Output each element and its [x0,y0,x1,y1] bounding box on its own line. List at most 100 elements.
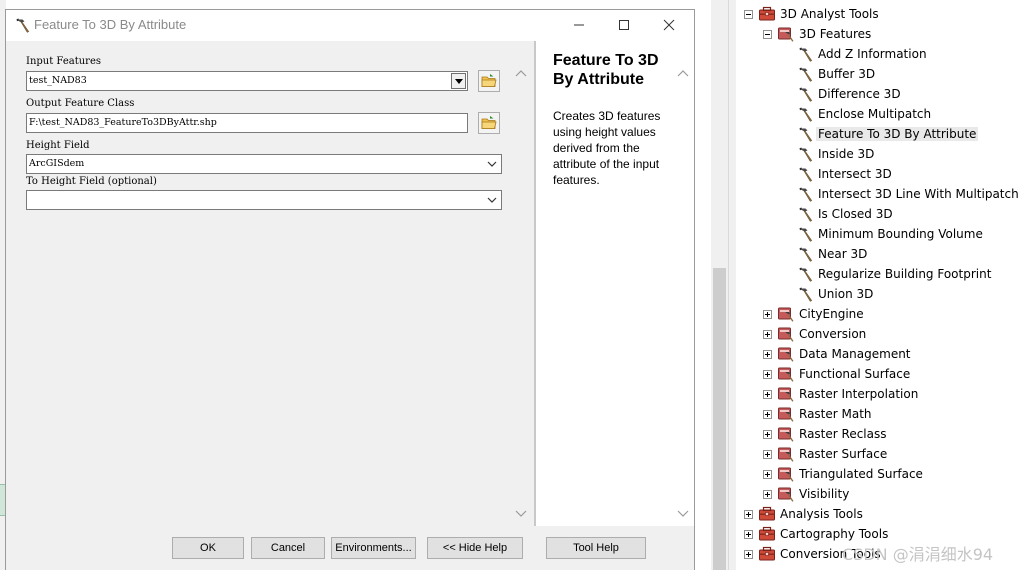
pane-divider[interactable] [728,0,736,570]
tree-node-toolbox[interactable]: Analysis Tools [736,504,1033,524]
tree-label: Intersect 3D [818,167,892,181]
hide-help-button[interactable]: << Hide Help [427,537,523,559]
input-features-browse-button[interactable] [478,70,500,92]
tree-node-toolset[interactable]: Triangulated Surface [736,464,1033,484]
help-scroll-up-button[interactable] [676,66,690,80]
expand-icon[interactable] [763,390,772,399]
tool-help-button[interactable]: Tool Help [546,537,646,559]
catalog-scrollbar[interactable] [711,0,728,570]
toolset-icon [777,26,795,42]
chevron-down-icon [487,197,497,203]
expand-icon[interactable] [763,330,772,339]
output-feature-class-value: F:\test_NAD83_FeatureTo3DByAttr.shp [29,117,217,128]
height-field-label: Height Field [26,140,90,151]
tree-label: Conversion [799,327,867,341]
input-features-combo[interactable]: test_NAD83 [26,71,468,91]
tree-label: Add Z Information [818,47,927,61]
tree-node-toolset[interactable]: Raster Reclass [736,424,1033,444]
tree-node-tool[interactable]: Regularize Building Footprint [736,264,1033,284]
tree-node-3d-features[interactable]: 3D Features [736,24,1033,44]
expand-icon[interactable] [763,410,772,419]
output-feature-class-label: Output Feature Class [26,98,135,109]
tree-label: 3D Analyst Tools [780,7,879,21]
hammer-icon [796,86,814,102]
tree-label: Visibility [799,487,850,501]
toolset-icon [777,406,795,422]
tree-node-tool[interactable]: Buffer 3D [736,64,1033,84]
input-features-dropdown[interactable] [451,73,466,89]
tree-node-toolset[interactable]: Functional Surface [736,364,1033,384]
dialog-button-bar: OK Cancel Environments... << Hide Help T… [6,526,694,570]
expand-icon[interactable] [763,430,772,439]
close-button[interactable] [647,10,691,40]
tree-node-toolset[interactable]: Visibility [736,484,1033,504]
ok-button[interactable]: OK [172,537,244,559]
chevron-up-icon [677,69,689,76]
output-feature-class-input[interactable]: F:\test_NAD83_FeatureTo3DByAttr.shp [26,113,468,133]
tool-dialog: Feature To 3D By Attribute Input Feature… [5,9,695,570]
collapse-icon[interactable] [763,30,772,39]
toolset-icon [777,306,795,322]
expand-icon[interactable] [763,490,772,499]
minimize-icon [574,24,584,26]
hammer-icon [796,66,814,82]
expand-icon[interactable] [763,370,772,379]
expand-icon[interactable] [763,450,772,459]
minimize-button[interactable] [557,10,601,40]
tree-node-toolset[interactable]: Raster Surface [736,444,1033,464]
to-height-field-select[interactable] [26,190,502,210]
tree-node-tool[interactable]: Difference 3D [736,84,1033,104]
help-scroll-down-button[interactable] [676,506,690,520]
tree-node-toolset[interactable]: Raster Math [736,404,1033,424]
height-field-select[interactable]: ArcGISdem [26,154,502,174]
tree-label: Near 3D [818,247,868,261]
tree-node-toolset[interactable]: Data Management [736,344,1033,364]
tree-node-tool[interactable]: Union 3D [736,284,1033,304]
collapse-icon[interactable] [744,10,753,19]
tree-node-3d-analyst-tools[interactable]: 3D Analyst Tools [736,4,1033,24]
tree-node-tool[interactable]: Feature To 3D By Attribute [736,124,1033,144]
height-field-dropdown[interactable] [487,157,497,171]
tree-node-tool[interactable]: Near 3D [736,244,1033,264]
expand-icon[interactable] [744,510,753,519]
desktop-gap [695,0,711,570]
tree-node-tool[interactable]: Inside 3D [736,144,1033,164]
form-scroll-up-button[interactable] [514,66,528,80]
maximize-button[interactable] [602,10,646,40]
tree-node-toolset[interactable]: Raster Interpolation [736,384,1033,404]
tree-node-toolset[interactable]: Conversion [736,324,1033,344]
tree-label: Inside 3D [818,147,875,161]
output-feature-class-browse-button[interactable] [478,112,500,134]
tree-node-tool[interactable]: Add Z Information [736,44,1033,64]
cancel-button[interactable]: Cancel [251,537,325,559]
tree-label: Raster Surface [799,447,888,461]
expand-icon[interactable] [744,530,753,539]
tree-label: Is Closed 3D [818,207,893,221]
chevron-up-icon [515,69,527,76]
tree-node-tool[interactable]: Is Closed 3D [736,204,1033,224]
help-description: Creates 3D features using height values … [553,109,661,187]
tree-label: Buffer 3D [818,67,876,81]
dialog-title: Feature To 3D By Attribute [34,17,187,32]
toolbox-icon [758,546,776,562]
environments-button[interactable]: Environments... [331,537,416,559]
tree-node-tool[interactable]: Intersect 3D [736,164,1033,184]
tree-node-tool[interactable]: Intersect 3D Line With Multipatch [736,184,1033,204]
expand-icon[interactable] [763,310,772,319]
hammer-icon [796,206,814,222]
close-icon [663,19,675,31]
catalog-scrollbar-thumb[interactable] [713,268,726,570]
help-panel: Feature To 3D By Attribute Creates 3D fe… [534,41,694,526]
expand-icon[interactable] [744,550,753,559]
title-bar[interactable]: Feature To 3D By Attribute [6,10,694,41]
tree-node-tool[interactable]: Enclose Multipatch [736,104,1033,124]
toolbox-icon [758,506,776,522]
to-height-field-dropdown[interactable] [487,193,497,207]
form-scroll-down-button[interactable] [514,506,528,520]
tree-node-tool[interactable]: Minimum Bounding Volume [736,224,1033,244]
expand-icon[interactable] [763,470,772,479]
toolset-icon [777,326,795,342]
watermark-text: CSDN @涓涓细水94 [842,545,994,564]
tree-node-toolset[interactable]: CityEngine [736,304,1033,324]
expand-icon[interactable] [763,350,772,359]
